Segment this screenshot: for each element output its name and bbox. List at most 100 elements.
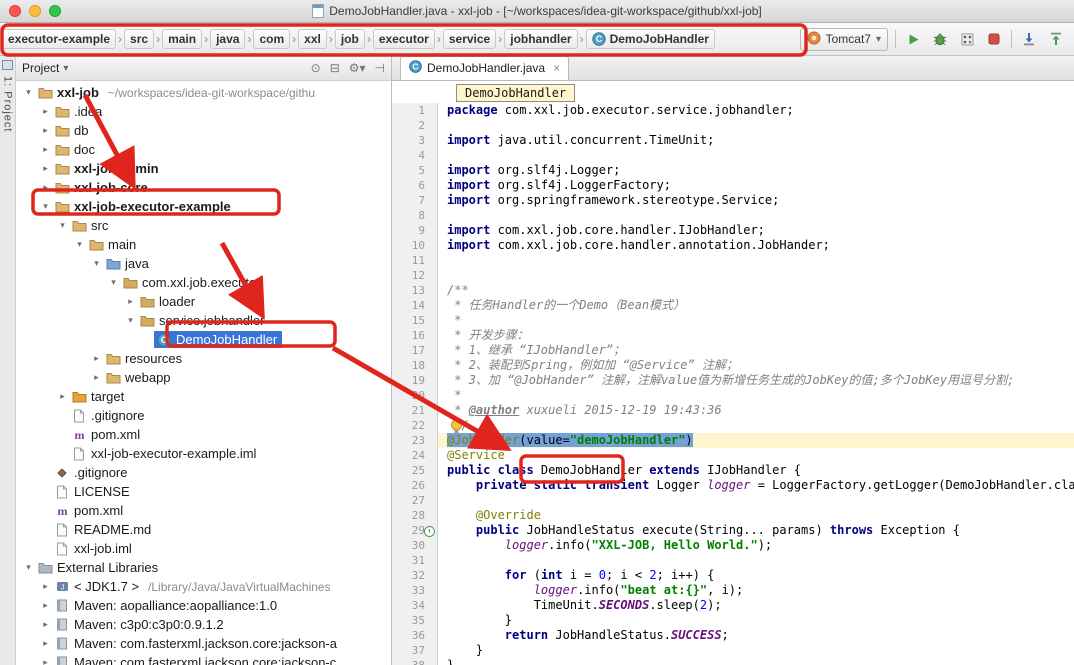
- tree-item[interactable]: ▸loader: [16, 292, 391, 311]
- code-line-35[interactable]: 35 }: [392, 613, 1074, 628]
- code-line-15[interactable]: 15 *: [392, 313, 1074, 328]
- hide-panel-icon[interactable]: ⊣: [375, 61, 385, 75]
- close-tab-icon[interactable]: ×: [553, 61, 560, 75]
- tree-item[interactable]: xxl-job-executor-example.iml: [16, 444, 391, 463]
- override-method-icon[interactable]: ↑: [424, 526, 435, 537]
- expanded-arrow-icon[interactable]: ▾: [56, 220, 69, 231]
- breadcrumb-item[interactable]: main: [162, 29, 202, 49]
- code-line-12[interactable]: 12: [392, 268, 1074, 283]
- breadcrumb-item[interactable]: java: [210, 29, 245, 49]
- tree-item[interactable]: .gitignore: [16, 406, 391, 425]
- intention-bulb-icon[interactable]: [450, 419, 463, 439]
- tree-item[interactable]: ▾xxl-job~/workspaces/idea-git-workspace/…: [16, 83, 391, 102]
- collapsed-arrow-icon[interactable]: ▸: [39, 182, 52, 193]
- collapsed-arrow-icon[interactable]: ▸: [39, 106, 52, 117]
- code-line-11[interactable]: 11: [392, 253, 1074, 268]
- code-line-27[interactable]: 27: [392, 493, 1074, 508]
- tree-item[interactable]: mpom.xml: [16, 425, 391, 444]
- code-line-34[interactable]: 34 TimeUnit.SECONDS.sleep(2);: [392, 598, 1074, 613]
- code-line-25[interactable]: 25public class DemoJobHandler extends IJ…: [392, 463, 1074, 478]
- code-line-5[interactable]: 5import org.slf4j.Logger;: [392, 163, 1074, 178]
- code-line-23[interactable]: 23@JobHander(value="demoJobHandler"): [392, 433, 1074, 448]
- chevron-down-icon[interactable]: ▾: [63, 63, 68, 74]
- collapsed-arrow-icon[interactable]: ▸: [56, 391, 69, 402]
- expanded-arrow-icon[interactable]: ▾: [73, 239, 86, 250]
- vcs-commit-button[interactable]: [1046, 29, 1066, 49]
- tree-item[interactable]: xxl-job.iml: [16, 539, 391, 558]
- code-line-13[interactable]: 13/**: [392, 283, 1074, 298]
- code-line-9[interactable]: 9import com.xxl.job.core.handler.IJobHan…: [392, 223, 1074, 238]
- code-line-19[interactable]: 19 * 3、加 “@JobHander” 注解，注解value值为新增任务生成…: [392, 373, 1074, 388]
- tree-item[interactable]: ▾java: [16, 254, 391, 273]
- close-window-button[interactable]: [9, 5, 21, 17]
- vcs-update-button[interactable]: [1019, 29, 1039, 49]
- code-editor[interactable]: DemoJobHandler 1package com.xxl.job.exec…: [392, 81, 1074, 665]
- zoom-window-button[interactable]: [49, 5, 61, 17]
- breadcrumb-item[interactable]: com: [253, 29, 290, 49]
- tree-item[interactable]: README.md: [16, 520, 391, 539]
- code-line-3[interactable]: 3import java.util.concurrent.TimeUnit;: [392, 133, 1074, 148]
- collapsed-arrow-icon[interactable]: ▸: [39, 144, 52, 155]
- run-button[interactable]: [903, 29, 923, 49]
- code-line-31[interactable]: 31: [392, 553, 1074, 568]
- collapsed-arrow-icon[interactable]: ▸: [124, 296, 137, 307]
- code-line-30[interactable]: 30 logger.info("XXL-JOB, Hello World.");: [392, 538, 1074, 553]
- code-line-33[interactable]: 33 logger.info("beat at:{}", i);: [392, 583, 1074, 598]
- tree-item[interactable]: ▸xxl-job-core: [16, 178, 391, 197]
- expanded-arrow-icon[interactable]: ▾: [124, 315, 137, 326]
- code-line-16[interactable]: 16 * 开发步骤：: [392, 328, 1074, 343]
- expanded-arrow-icon[interactable]: ▾: [22, 87, 35, 98]
- expanded-arrow-icon[interactable]: ▾: [90, 258, 103, 269]
- code-line-24[interactable]: 24@Service: [392, 448, 1074, 463]
- collapsed-arrow-icon[interactable]: ▸: [39, 600, 52, 611]
- breadcrumb-item[interactable]: service: [443, 29, 496, 49]
- debug-button[interactable]: [930, 29, 950, 49]
- tree-item[interactable]: ▾xxl-job-executor-example: [16, 197, 391, 216]
- breadcrumb-item[interactable]: CDemoJobHandler: [586, 29, 715, 49]
- code-line-20[interactable]: 20 *: [392, 388, 1074, 403]
- tree-item[interactable]: ▸Maven: com.fasterxml.jackson.core:jacks…: [16, 634, 391, 653]
- code-line-26[interactable]: 26 private static transient Logger logge…: [392, 478, 1074, 493]
- tree-item[interactable]: mpom.xml: [16, 501, 391, 520]
- collapsed-arrow-icon[interactable]: ▸: [39, 163, 52, 174]
- code-line-18[interactable]: 18 * 2、装配到Spring，例如加 “@Service” 注解；: [392, 358, 1074, 373]
- breadcrumb-tag[interactable]: DemoJobHandler: [456, 84, 575, 102]
- breadcrumb-item[interactable]: jobhandler: [504, 29, 577, 49]
- breadcrumb-item[interactable]: job: [335, 29, 365, 49]
- tree-item[interactable]: .gitignore: [16, 463, 391, 482]
- tree-item[interactable]: ▸doc: [16, 140, 391, 159]
- expanded-arrow-icon[interactable]: ▾: [22, 562, 35, 573]
- tree-item[interactable]: ▸Maven: c3p0:c3p0:0.9.1.2: [16, 615, 391, 634]
- collapsed-arrow-icon[interactable]: ▸: [90, 372, 103, 383]
- tree-item[interactable]: ▾service.jobhandler: [16, 311, 391, 330]
- project-tool-icon[interactable]: [2, 60, 13, 70]
- tree-item[interactable]: ▸Maven: com.fasterxml.jackson.core:jacks…: [16, 653, 391, 665]
- code-line-6[interactable]: 6import org.slf4j.LoggerFactory;: [392, 178, 1074, 193]
- tree-item[interactable]: ▸Maven: aopalliance:aopalliance:1.0: [16, 596, 391, 615]
- code-line-7[interactable]: 7import org.springframework.stereotype.S…: [392, 193, 1074, 208]
- collapsed-arrow-icon[interactable]: ▸: [39, 125, 52, 136]
- collapse-all-icon[interactable]: ⊟: [330, 61, 340, 75]
- settings-gear-icon[interactable]: ⚙▾: [349, 61, 366, 75]
- tree-item[interactable]: ▾com.xxl.job.executor: [16, 273, 391, 292]
- run-config-select[interactable]: Tomcat7 ▾: [800, 28, 888, 51]
- tree-item[interactable]: LICENSE: [16, 482, 391, 501]
- tab-demojobhandler[interactable]: C DemoJobHandler.java ×: [400, 56, 569, 80]
- breadcrumb-item[interactable]: src: [124, 29, 154, 49]
- tree-item[interactable]: ▸target: [16, 387, 391, 406]
- tree-item[interactable]: ▸xxl-job-admin: [16, 159, 391, 178]
- code-line-2[interactable]: 2: [392, 118, 1074, 133]
- code-line-10[interactable]: 10import com.xxl.job.core.handler.annota…: [392, 238, 1074, 253]
- tree-item[interactable]: ▾main: [16, 235, 391, 254]
- code-line-22[interactable]: 22 */: [392, 418, 1074, 433]
- code-line-29[interactable]: 29↑ public JobHandleStatus execute(Strin…: [392, 523, 1074, 538]
- project-tool-button[interactable]: 1: Project: [2, 76, 14, 132]
- collapsed-arrow-icon[interactable]: ▸: [39, 619, 52, 630]
- tree-item[interactable]: ▸resources: [16, 349, 391, 368]
- tree-item[interactable]: ▸.idea: [16, 102, 391, 121]
- locate-icon[interactable]: ⊙: [311, 61, 321, 75]
- breadcrumb-item[interactable]: xxl: [298, 29, 327, 49]
- code-line-14[interactable]: 14 * 任务Handler的一个Demo（Bean模式）: [392, 298, 1074, 313]
- code-line-36[interactable]: 36 return JobHandleStatus.SUCCESS;: [392, 628, 1074, 643]
- collapsed-arrow-icon[interactable]: ▸: [39, 581, 52, 592]
